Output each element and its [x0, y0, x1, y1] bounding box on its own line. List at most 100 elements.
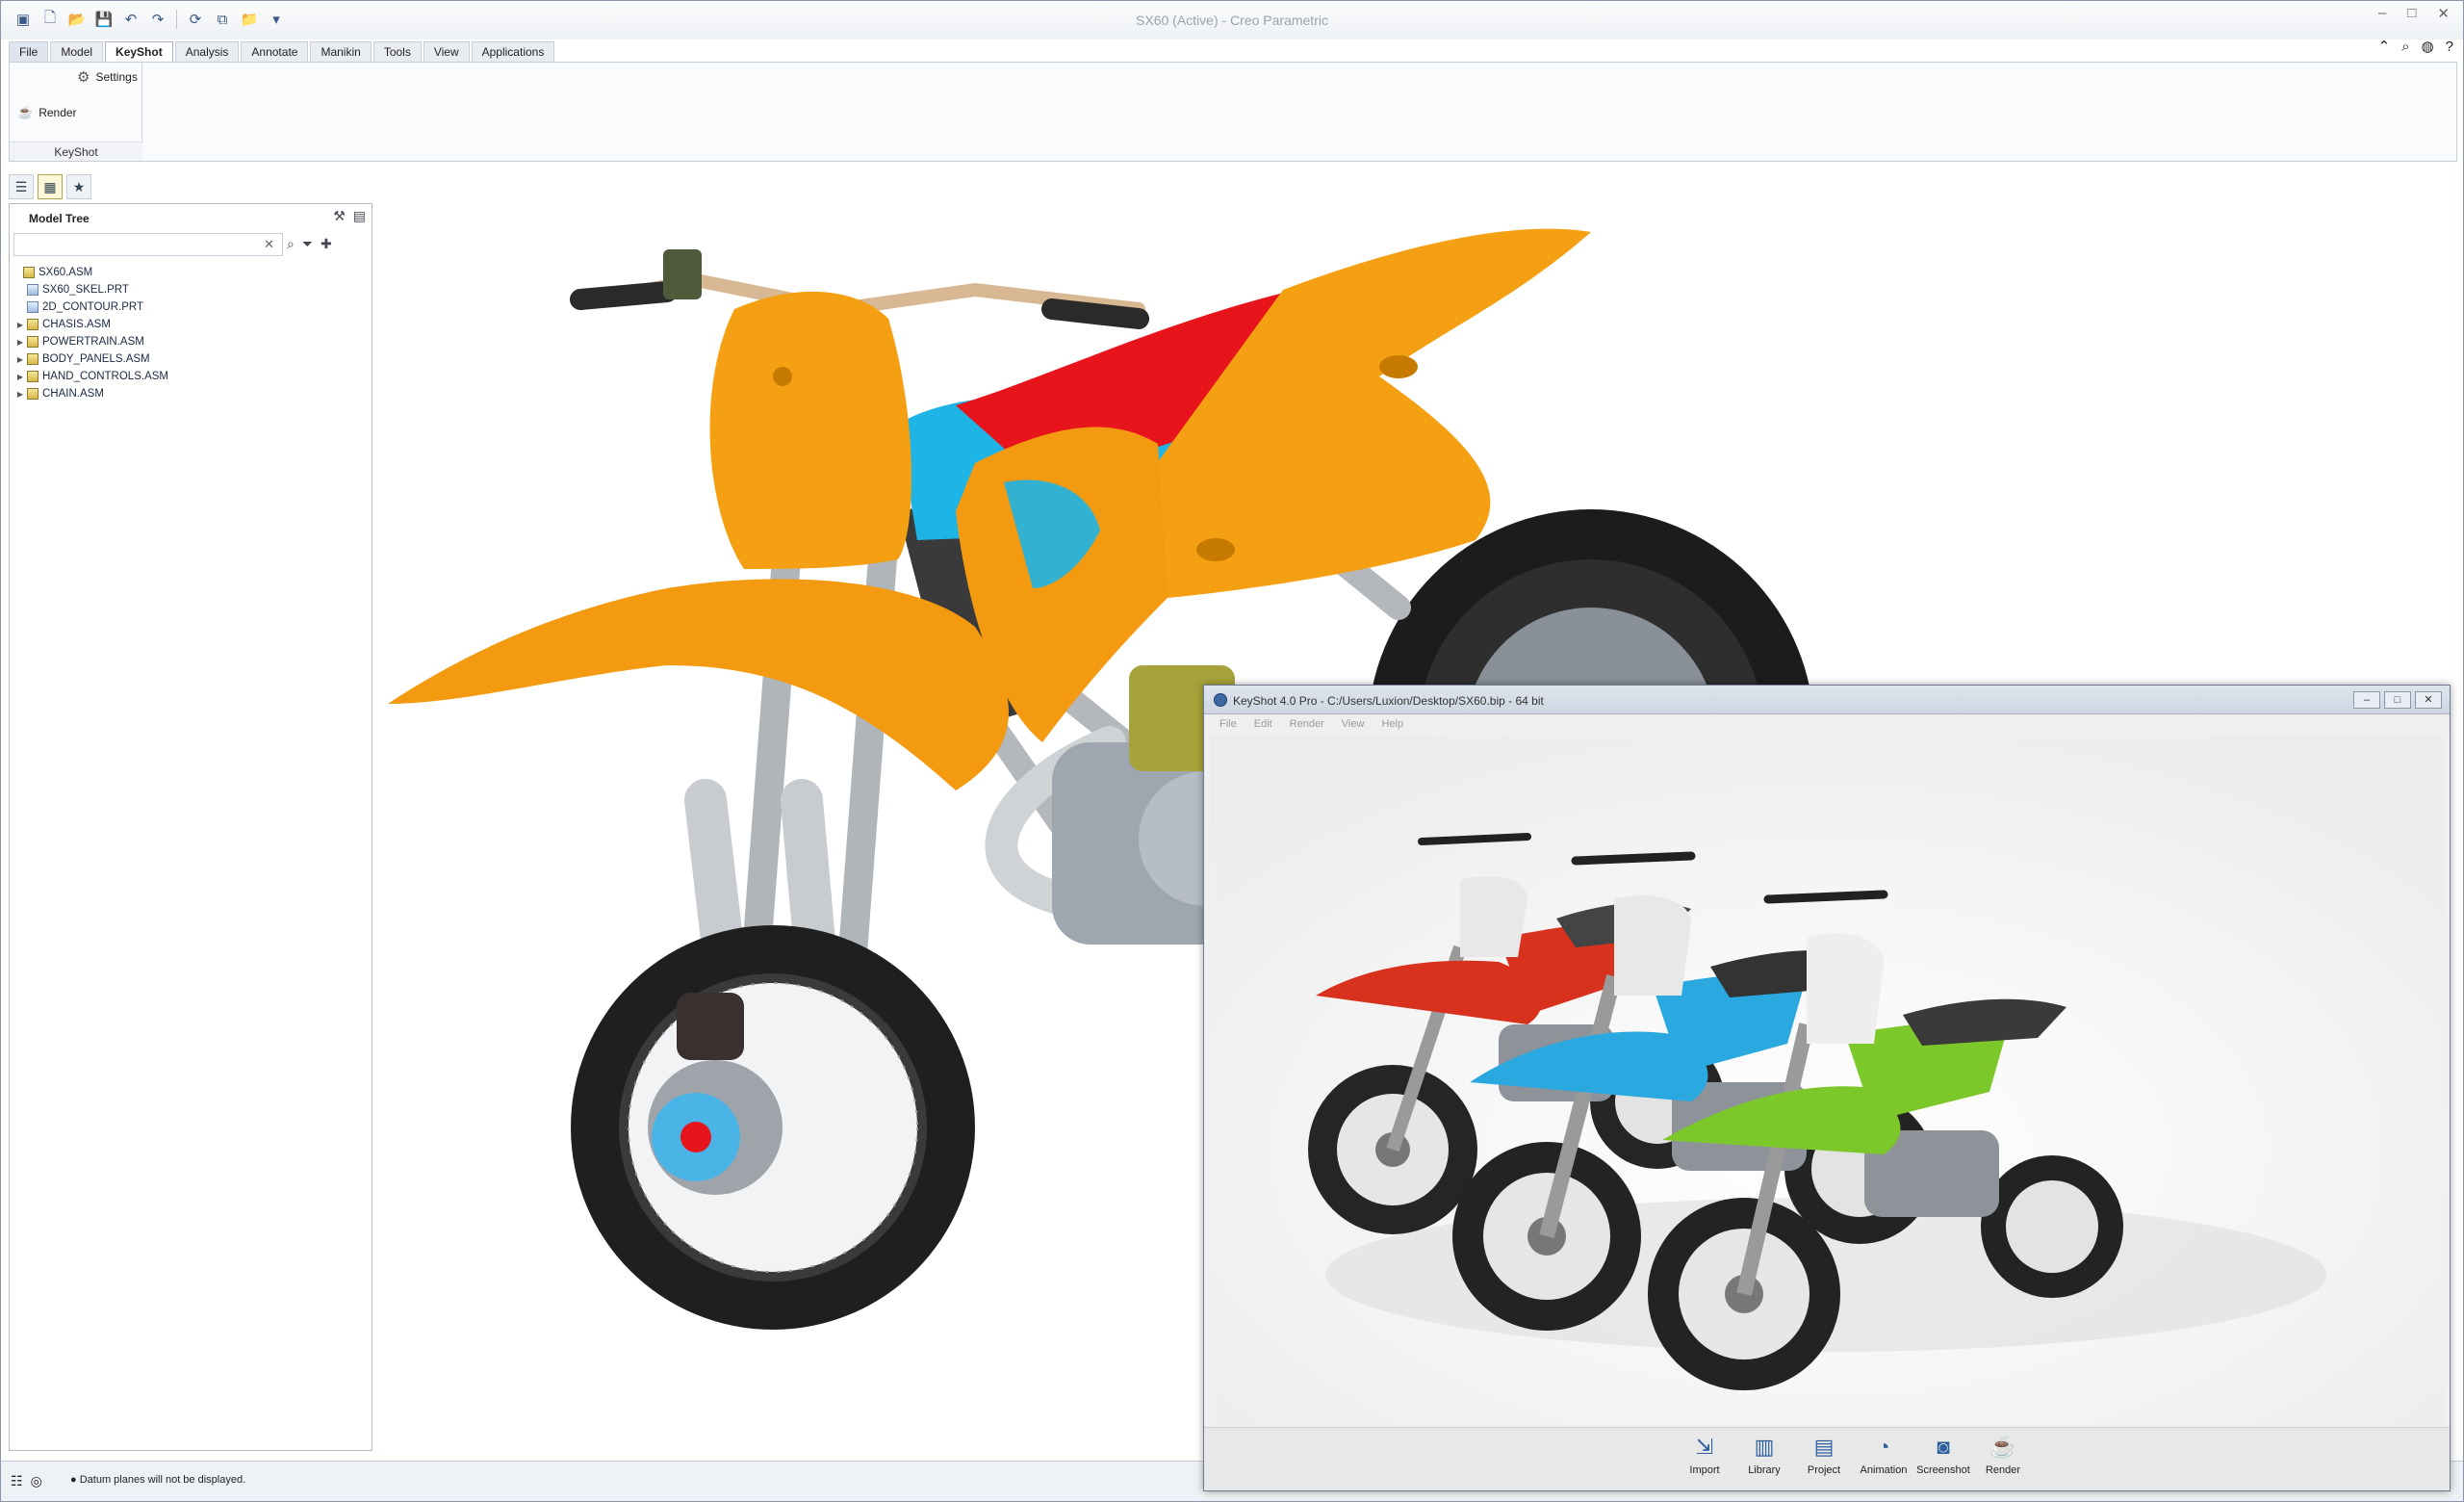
- globe-icon[interactable]: ◍: [2422, 38, 2434, 55]
- project-icon: ▤: [1813, 1435, 1835, 1459]
- tree-settings-icon[interactable]: ⚒: [333, 208, 346, 224]
- show-icon[interactable]: ▤: [353, 208, 366, 224]
- animation-icon: ◔: [1877, 1435, 1890, 1459]
- navigator-toggle-icon[interactable]: ☷: [11, 1473, 23, 1489]
- tab-file[interactable]: File: [9, 41, 49, 63]
- close-icon[interactable]: ✕: [2437, 5, 2450, 22]
- keyshot-title-bar: KeyShot 4.0 Pro - C:/Users/Luxion/Deskto…: [1204, 686, 2450, 714]
- import-label: Import: [1689, 1464, 1720, 1476]
- tree-row[interactable]: ▶ CHASIS.ASM: [10, 316, 372, 333]
- find-icon[interactable]: ⌕: [287, 236, 295, 252]
- expand-icon[interactable]: ▶: [13, 355, 27, 364]
- expand-icon[interactable]: ▶: [13, 373, 27, 381]
- import-button[interactable]: ⇲ Import: [1681, 1434, 1728, 1476]
- tab-tools[interactable]: Tools: [372, 41, 422, 63]
- tab-keyshot[interactable]: KeyShot: [105, 41, 173, 63]
- minimize-icon[interactable]: –: [2378, 5, 2386, 22]
- library-icon: ▥: [1754, 1435, 1775, 1459]
- part-icon: [27, 301, 38, 313]
- tab-model[interactable]: Model: [50, 41, 104, 63]
- tab-view[interactable]: View: [423, 41, 470, 63]
- tab-manikin[interactable]: Manikin: [310, 41, 372, 63]
- assembly-icon: [27, 353, 38, 365]
- model-tree-tab-icon[interactable]: ☰: [9, 174, 34, 199]
- filter-icon[interactable]: ⏷: [302, 236, 313, 252]
- number-plate: [709, 291, 911, 569]
- menu-render[interactable]: Render: [1290, 714, 1324, 734]
- tree-row[interactable]: ▶ BODY_PANELS.ASM: [10, 350, 372, 368]
- close-icon[interactable]: ✕: [2415, 691, 2442, 709]
- menu-view[interactable]: View: [1342, 714, 1365, 734]
- expand-icon[interactable]: ▶: [13, 338, 27, 347]
- tree-item-label: CHASIS.ASM: [42, 319, 111, 330]
- expand-icon[interactable]: ▶: [13, 321, 27, 329]
- project-button[interactable]: ▤ Project: [1801, 1434, 1847, 1476]
- expand-icon[interactable]: ▶: [13, 390, 27, 399]
- tree-item-label: CHAIN.ASM: [42, 388, 104, 400]
- tab-applications[interactable]: Applications: [471, 41, 555, 63]
- render-label: Render: [38, 106, 77, 119]
- status-message-text: Datum planes will not be displayed.: [79, 1474, 246, 1486]
- keyshot-render-view[interactable]: [1210, 736, 2444, 1425]
- settings-button[interactable]: ⚙ Settings: [77, 68, 138, 86]
- maximize-icon[interactable]: □: [2384, 691, 2411, 709]
- tree-row[interactable]: SX60_SKEL.PRT: [10, 281, 372, 298]
- ribbon-tabs: File Model KeyShot Analysis Annotate Man…: [9, 41, 555, 63]
- screenshot-icon: ◙: [1937, 1435, 1950, 1459]
- tab-analysis[interactable]: Analysis: [174, 41, 240, 63]
- settings-label: Settings: [95, 70, 138, 84]
- screenshot-button[interactable]: ◙ Screenshot: [1916, 1434, 1970, 1476]
- menu-edit[interactable]: Edit: [1254, 714, 1272, 734]
- folder-browser-tab-icon[interactable]: ▦: [38, 174, 63, 199]
- library-button[interactable]: ▥ Library: [1741, 1434, 1787, 1476]
- tree-item-label: 2D_CONTOUR.PRT: [42, 301, 144, 313]
- keyshot-toolbar: ⇲ Import ▥ Library ▤ Project ◔ Animation ◙ Sc…: [1204, 1427, 2450, 1490]
- rendered-bikes: [1210, 736, 2444, 1425]
- model-tree-tools: ⚒ ▤: [333, 208, 366, 224]
- help-icon[interactable]: ?: [2446, 39, 2453, 55]
- ribbon: ⚙ Settings ☕ Render KeyShot: [9, 62, 2457, 162]
- render-button[interactable]: ☕ Render: [1980, 1434, 2026, 1476]
- keyshot-menu-bar: File Edit Render View Help: [1204, 714, 2450, 734]
- tree-item-label: SX60_SKEL.PRT: [42, 284, 129, 296]
- tree-row[interactable]: ▶ POWERTRAIN.ASM: [10, 333, 372, 350]
- tab-annotate[interactable]: Annotate: [241, 41, 309, 63]
- render-button[interactable]: ☕ Render: [17, 105, 77, 120]
- menu-help[interactable]: Help: [1381, 714, 1403, 734]
- favorites-tab-icon[interactable]: ★: [66, 174, 91, 199]
- tree-row[interactable]: 2D_CONTOUR.PRT: [10, 298, 372, 316]
- keyshot-window-controls: – □ ✕: [2353, 691, 2442, 709]
- render-icon: ☕: [17, 105, 34, 119]
- keyshot-window: KeyShot 4.0 Pro - C:/Users/Luxion/Deskto…: [1203, 685, 2451, 1491]
- model-tree-panel: Model Tree ⚒ ▤ ✕ ⌕ ⏷ ✚ SX60.ASM SX60_SKE…: [9, 203, 372, 1451]
- tree-item-label: SX60.ASM: [38, 267, 93, 278]
- window-controls: – □ ✕: [2378, 5, 2450, 22]
- keyshot-app-icon: [1214, 693, 1227, 707]
- browser-toggle-icon[interactable]: ◎: [31, 1473, 42, 1489]
- keyshot-title: KeyShot 4.0 Pro - C:/Users/Luxion/Deskto…: [1233, 694, 1544, 708]
- gear-icon: ⚙: [77, 69, 90, 86]
- tree-search-input[interactable]: ✕: [13, 233, 283, 256]
- clear-search-icon[interactable]: ✕: [264, 237, 274, 252]
- add-column-icon[interactable]: ✚: [321, 236, 332, 252]
- search-tools: ⌕ ⏷ ✚: [287, 236, 332, 252]
- search-icon[interactable]: ⌕: [2401, 39, 2409, 55]
- part-icon: [27, 284, 38, 296]
- navigator-tabs: ☰ ▦ ★: [9, 174, 91, 199]
- render-icon: ☕: [1989, 1435, 2016, 1459]
- tree-row[interactable]: ▶ HAND_CONTROLS.ASM: [10, 368, 372, 385]
- maximize-icon[interactable]: □: [2407, 5, 2416, 22]
- collapse-ribbon-icon[interactable]: ⌃: [2378, 38, 2391, 55]
- front-wheel: [571, 925, 975, 1330]
- animation-button[interactable]: ◔ Animation: [1861, 1434, 1908, 1476]
- assembly-icon: [27, 319, 38, 330]
- tree-row-root[interactable]: SX60.ASM: [10, 264, 372, 281]
- minimize-icon[interactable]: –: [2353, 691, 2380, 709]
- assembly-icon: [23, 267, 35, 278]
- assembly-icon: [27, 388, 38, 400]
- assembly-icon: [27, 371, 38, 382]
- menu-file[interactable]: File: [1219, 714, 1237, 734]
- assembly-icon: [27, 336, 38, 348]
- library-label: Library: [1748, 1464, 1781, 1476]
- tree-row[interactable]: ▶ CHAIN.ASM: [10, 385, 372, 402]
